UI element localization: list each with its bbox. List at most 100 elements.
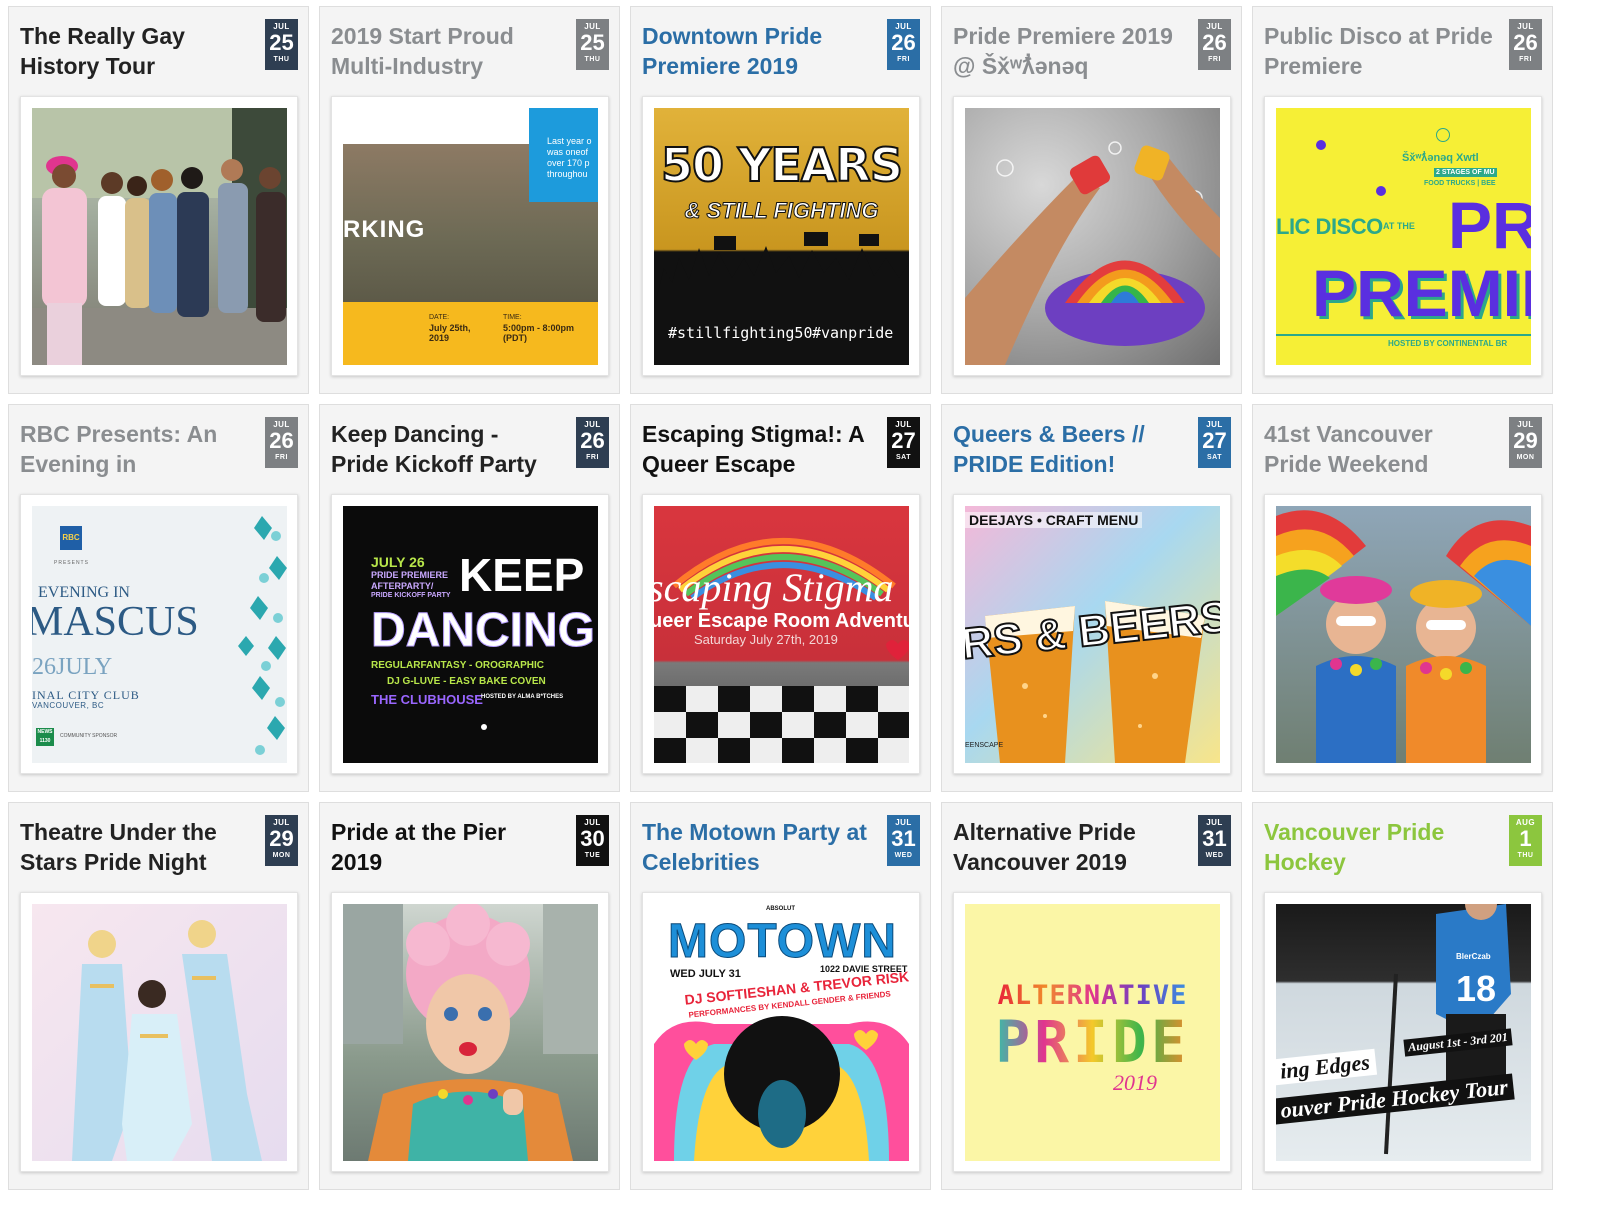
event-image-frame[interactable]: RBC PRESENTS EVENING IN MASCUS 26JULY IN… [20,494,298,774]
date-badge: JUL 31 WED [887,815,920,866]
event-image-tour-group[interactable] [32,108,287,365]
event-title[interactable]: Escaping Stigma!: A Queer Escape [642,419,872,479]
event-image-frame[interactable]: DEEJAYS • CRAFT MENU RS & BEERS EENSCAPE [953,494,1231,774]
date-weekday: WED [894,852,913,859]
event-image-frame[interactable]: ALTERNATIVE PRIDE 2019 [953,892,1231,1172]
event-image-motown[interactable]: ABSOLUT MOTOWN WED JULY 31 1022 DAVIE ST… [654,904,909,1161]
date-weekday: TUE [584,852,601,859]
event-image-frame[interactable] [20,892,298,1172]
event-image-frame[interactable]: Šx̌ʷƛ̓ənəq Xwtl 2 STAGES OF MU FOOD TRUC… [1264,96,1542,376]
event-title[interactable]: The Really Gay History Tour [20,21,250,81]
event-card[interactable]: The Motown Party at Celebrities JUL 31 W… [630,802,931,1190]
hashtag-two: #vanpride [812,324,894,342]
event-image-frame[interactable] [1264,494,1542,774]
event-image-public-disco[interactable]: Šx̌ʷƛ̓ənəq Xwtl 2 STAGES OF MU FOOD TRUC… [1276,108,1531,365]
event-title[interactable]: Queers & Beers // PRIDE Edition! [953,419,1183,479]
event-card[interactable]: Downtown Pride Premiere 2019 JUL 26 FRI … [630,6,931,394]
motown-title: MOTOWN [667,915,898,969]
dot [1316,140,1326,150]
event-image-frame[interactable]: JULY 26 PRIDE PREMIERE AFTERPARTY/ PRIDE… [331,494,609,774]
event-title[interactable]: Theatre Under the Stars Pride Night [20,817,250,877]
event-card[interactable]: Escaping Stigma!: A Queer Escape JUL 27 … [630,404,931,792]
date-label: DATE: [429,314,450,321]
date-day: 25 [269,30,294,55]
date-value: July 25th, 2019 [429,323,471,343]
event-card[interactable]: Alternative Pride Vancouver 2019 JUL 31 … [941,802,1242,1190]
event-title[interactable]: Pride Premiere 2019 @ Šx̌ʷƛ̓ənəq [953,21,1183,81]
kd-acts-one: REGULARFANTASY - OROGRAPHIC [371,660,544,671]
event-card[interactable]: Keep Dancing - Pride Kickoff Party JUL 2… [319,404,620,792]
event-image-theatre-stars[interactable] [32,904,287,1161]
disco-host-text: HOSTED BY CONTINENTAL BR [1388,339,1508,348]
event-card[interactable]: Vancouver Pride Hockey AUG 1 THU 18 Bler… [1252,802,1553,1190]
event-title[interactable]: Downtown Pride Premiere 2019 [642,21,872,81]
photo-illustration [343,904,598,1161]
event-card[interactable]: Theatre Under the Stars Pride Night JUL … [8,802,309,1190]
alt-year: 2019 [1113,1070,1157,1095]
kd-dancing: DANCING [371,604,596,658]
beers-top: DEEJAYS • CRAFT MENU [965,512,1143,528]
event-card[interactable]: Queers & Beers // PRIDE Edition! JUL 27 … [941,404,1242,792]
poster-word: RKING [343,216,426,243]
event-image-start-proud[interactable]: Last year o was oneof over 170 p through… [343,108,598,365]
event-image-pride-weekend[interactable] [1276,506,1531,763]
event-image-frame[interactable]: Last year o was oneof over 170 p through… [331,96,609,376]
date-weekday: FRI [275,454,288,461]
date-badge: JUL 31 WED [1198,815,1231,866]
event-image-frame[interactable]: 18 BlerCzab ing Edges August 1st - 3rd 2… [1264,892,1542,1172]
kd-sub-one: PRIDE PREMIERE [371,570,449,580]
event-image-frame[interactable]: 50 YEARS & STILL FIGHTING #stillfighting… [642,96,920,376]
event-image-hockey[interactable]: 18 BlerCzab ing Edges August 1st - 3rd 2… [1276,904,1531,1161]
event-image-fifty-years[interactable]: 50 YEARS & STILL FIGHTING #stillfighting… [654,108,909,365]
date-weekday: THU [584,56,601,63]
info-bar: DATE: July 25th, 2019 TIME: 5:00pm - 8:0… [343,302,598,365]
time-value: 5:00pm - 8:00pm (PDT) [503,323,575,343]
event-card[interactable]: 41st Vancouver Pride Weekend JUL 29 MON [1252,404,1553,792]
event-card[interactable]: RBC Presents: An Evening in JUL 26 FRI R… [8,404,309,792]
event-title[interactable]: Vancouver Pride Hockey [1264,817,1494,877]
date-badge: JUL 27 SAT [887,417,920,468]
event-title[interactable]: Alternative Pride Vancouver 2019 [953,817,1183,877]
date-day: 30 [580,826,605,851]
date-weekday: MON [272,852,291,859]
event-image-keep-dancing[interactable]: JULY 26 PRIDE PREMIERE AFTERPARTY/ PRIDE… [343,506,598,763]
escape-subtitle: ueer Escape Room Adventu [654,610,909,632]
event-image-frame[interactable]: ABSOLUT MOTOWN WED JULY 31 1022 DAVIE ST… [642,892,920,1172]
event-title[interactable]: 41st Vancouver Pride Weekend [1264,419,1494,479]
photo-illustration [1276,510,1531,763]
alt-line-two-text: PRIDE [995,1008,1190,1076]
event-image-frame[interactable] [953,96,1231,376]
event-card[interactable]: 2019 Start Proud Multi-Industry JUL 25 T… [319,6,620,394]
alt-line-two: PRIDE [965,1008,1220,1076]
kd-sub-three: PRIDE KICKOFF PARTY [371,592,451,599]
event-title[interactable]: 2019 Start Proud Multi-Industry [331,21,561,81]
hockey-jersey: BlerCzab [1456,952,1491,961]
event-image-rainbow-hat[interactable] [965,108,1220,365]
dot [1376,186,1386,196]
event-title[interactable]: RBC Presents: An Evening in [20,419,250,479]
event-image-pride-pier[interactable] [343,904,598,1161]
photo-illustration [72,920,262,1161]
event-card[interactable]: Public Disco at Pride Premiere JUL 26 FR… [1252,6,1553,394]
date-weekday: FRI [1208,56,1221,63]
event-image-queers-beers[interactable]: DEEJAYS • CRAFT MENU RS & BEERS EENSCAPE [965,506,1220,763]
event-image-frame[interactable] [331,892,609,1172]
event-title[interactable]: Pride at the Pier 2019 [331,817,561,877]
event-image-rbc-evening[interactable]: RBC PRESENTS EVENING IN MASCUS 26JULY IN… [32,506,287,763]
event-title[interactable]: Keep Dancing - Pride Kickoff Party [331,419,561,479]
event-image-frame[interactable] [20,96,298,376]
event-image-alternative-pride[interactable]: ALTERNATIVE PRIDE 2019 [965,904,1220,1161]
event-card[interactable]: Pride at the Pier 2019 JUL 30 TUE [319,802,620,1190]
event-image-frame[interactable]: scaping Stigma ueer Escape Room Adventu … [642,494,920,774]
event-card[interactable]: Pride Premiere 2019 @ Šx̌ʷƛ̓ənəq JUL 26 … [941,6,1242,394]
photo-illustration [32,108,287,365]
date-day: 27 [891,428,916,453]
date-badge: JUL 26 FRI [265,417,298,468]
hockey-number: 18 [1456,968,1497,1009]
event-title[interactable]: Public Disco at Pride Premiere [1264,21,1494,81]
event-image-escaping-stigma[interactable]: scaping Stigma ueer Escape Room Adventu … [654,506,909,763]
event-title[interactable]: The Motown Party at Celebrities [642,817,872,877]
alt-line-one: ALTERNATIVE [965,980,1220,1011]
event-card[interactable]: The Really Gay History Tour JUL 25 THU [8,6,309,394]
date-day: 31 [1202,826,1227,851]
